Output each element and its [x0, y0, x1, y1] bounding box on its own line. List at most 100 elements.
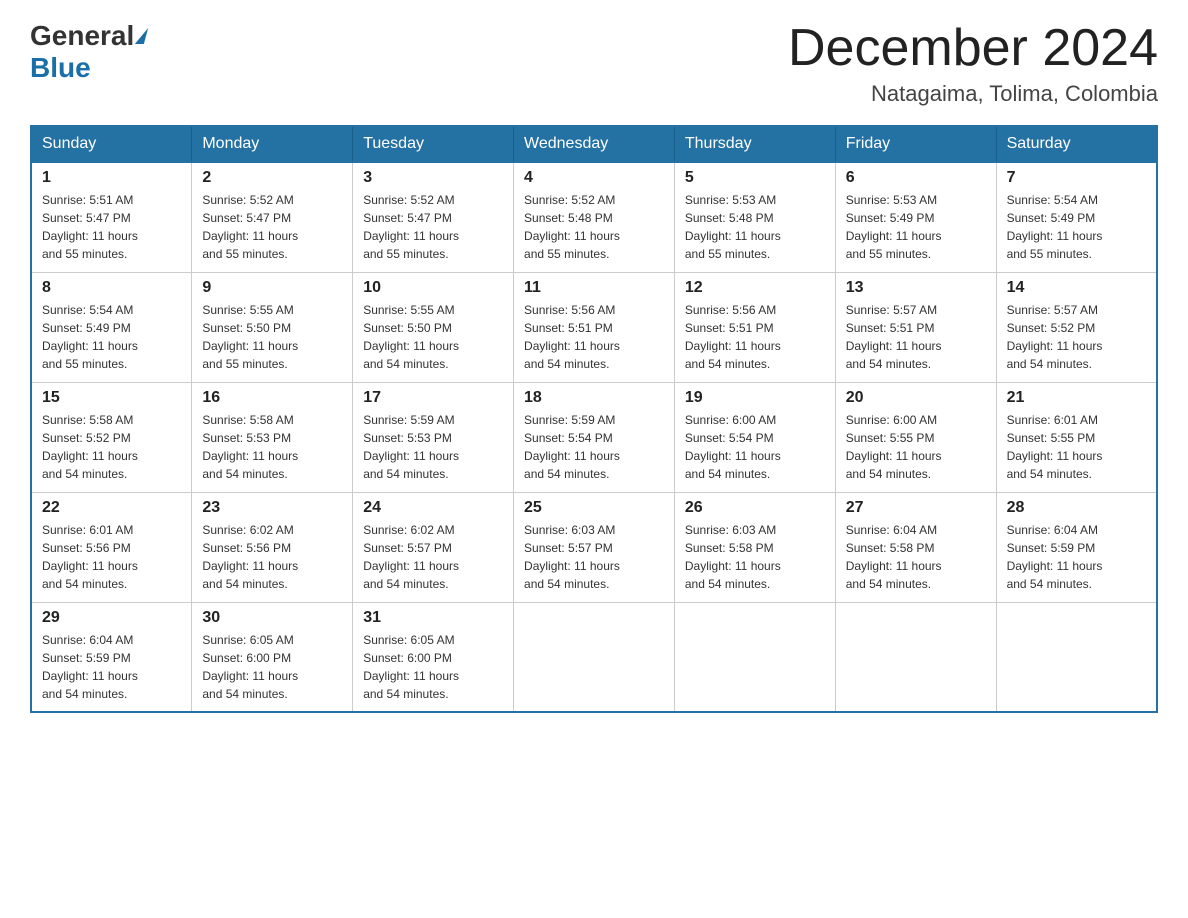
day-info: Sunrise: 6:04 AMSunset: 5:58 PMDaylight:…: [846, 521, 986, 593]
header-tuesday: Tuesday: [353, 126, 514, 162]
logo-general-text: General: [30, 20, 134, 52]
table-row: 29Sunrise: 6:04 AMSunset: 5:59 PMDayligh…: [31, 602, 192, 712]
table-row: 25 Sunrise: 6:03 AMSunset: 5:57 PMDayligh…: [514, 492, 675, 602]
day-info: Sunrise: 5:56 AMSunset: 5:51 PMDaylight:…: [685, 301, 825, 373]
calendar-week-row: 29Sunrise: 6:04 AMSunset: 5:59 PMDayligh…: [31, 602, 1157, 712]
table-row: 22Sunrise: 6:01 AMSunset: 5:56 PMDayligh…: [31, 492, 192, 602]
day-number: 28: [1007, 499, 1146, 517]
table-row: [674, 602, 835, 712]
table-row: 26 Sunrise: 6:03 AMSunset: 5:58 PMDayligh…: [674, 492, 835, 602]
day-number: 13: [846, 279, 986, 297]
day-number: 16: [202, 389, 342, 407]
calendar-week-row: 22Sunrise: 6:01 AMSunset: 5:56 PMDayligh…: [31, 492, 1157, 602]
day-info: Sunrise: 5:53 AMSunset: 5:48 PMDaylight:…: [685, 191, 825, 263]
day-number: 12: [685, 279, 825, 297]
table-row: 14Sunrise: 5:57 AMSunset: 5:52 PMDayligh…: [996, 272, 1157, 382]
table-row: 30 Sunrise: 6:05 AMSunset: 6:00 PMDayligh…: [192, 602, 353, 712]
day-info: Sunrise: 6:03 AMSunset: 5:58 PMDaylight:…: [685, 521, 825, 593]
day-info: Sunrise: 5:56 AMSunset: 5:51 PMDaylight:…: [524, 301, 664, 373]
day-number: 10: [363, 279, 503, 297]
table-row: 3Sunrise: 5:52 AMSunset: 5:47 PMDaylight…: [353, 162, 514, 272]
table-row: 20Sunrise: 6:00 AMSunset: 5:55 PMDayligh…: [835, 382, 996, 492]
day-number: 1: [42, 169, 181, 187]
table-row: [835, 602, 996, 712]
day-number: 30: [202, 609, 342, 627]
day-info: Sunrise: 5:59 AMSunset: 5:54 PMDaylight:…: [524, 411, 664, 483]
day-number: 5: [685, 169, 825, 187]
day-info: Sunrise: 5:54 AMSunset: 5:49 PMDaylight:…: [1007, 191, 1146, 263]
logo: General Blue: [30, 20, 146, 84]
table-row: 27 Sunrise: 6:04 AMSunset: 5:58 PMDayligh…: [835, 492, 996, 602]
day-number: 31: [363, 609, 503, 627]
day-info: Sunrise: 6:00 AMSunset: 5:55 PMDaylight:…: [846, 411, 986, 483]
day-number: 27: [846, 499, 986, 517]
day-info: Sunrise: 6:03 AMSunset: 5:57 PMDaylight:…: [524, 521, 664, 593]
table-row: [996, 602, 1157, 712]
table-row: 16Sunrise: 5:58 AMSunset: 5:53 PMDayligh…: [192, 382, 353, 492]
calendar-header-row: Sunday Monday Tuesday Wednesday Thursday…: [31, 126, 1157, 162]
table-row: 2 Sunrise: 5:52 AMSunset: 5:47 PMDaylight…: [192, 162, 353, 272]
day-info: Sunrise: 6:05 AMSunset: 6:00 PMDaylight:…: [363, 631, 503, 703]
day-number: 8: [42, 279, 181, 297]
table-row: 15Sunrise: 5:58 AMSunset: 5:52 PMDayligh…: [31, 382, 192, 492]
table-row: 24 Sunrise: 6:02 AMSunset: 5:57 PMDayligh…: [353, 492, 514, 602]
day-info: Sunrise: 6:02 AMSunset: 5:57 PMDaylight:…: [363, 521, 503, 593]
day-info: Sunrise: 6:05 AMSunset: 6:00 PMDaylight:…: [202, 631, 342, 703]
table-row: 28 Sunrise: 6:04 AMSunset: 5:59 PMDayligh…: [996, 492, 1157, 602]
day-info: Sunrise: 5:53 AMSunset: 5:49 PMDaylight:…: [846, 191, 986, 263]
day-number: 29: [42, 609, 181, 627]
calendar-week-row: 8 Sunrise: 5:54 AMSunset: 5:49 PMDaylight…: [31, 272, 1157, 382]
day-number: 7: [1007, 169, 1146, 187]
day-info: Sunrise: 5:55 AMSunset: 5:50 PMDaylight:…: [363, 301, 503, 373]
table-row: 4Sunrise: 5:52 AMSunset: 5:48 PMDaylight…: [514, 162, 675, 272]
table-row: 5 Sunrise: 5:53 AMSunset: 5:48 PMDaylight…: [674, 162, 835, 272]
day-info: Sunrise: 5:57 AMSunset: 5:52 PMDaylight:…: [1007, 301, 1146, 373]
day-info: Sunrise: 5:59 AMSunset: 5:53 PMDaylight:…: [363, 411, 503, 483]
day-number: 15: [42, 389, 181, 407]
day-info: Sunrise: 6:02 AMSunset: 5:56 PMDaylight:…: [202, 521, 342, 593]
day-number: 18: [524, 389, 664, 407]
table-row: 31 Sunrise: 6:05 AMSunset: 6:00 PMDayligh…: [353, 602, 514, 712]
day-number: 3: [363, 169, 503, 187]
table-row: 10 Sunrise: 5:55 AMSunset: 5:50 PMDayligh…: [353, 272, 514, 382]
calendar-week-row: 15Sunrise: 5:58 AMSunset: 5:52 PMDayligh…: [31, 382, 1157, 492]
table-row: 19 Sunrise: 6:00 AMSunset: 5:54 PMDayligh…: [674, 382, 835, 492]
day-number: 2: [202, 169, 342, 187]
day-info: Sunrise: 5:54 AMSunset: 5:49 PMDaylight:…: [42, 301, 181, 373]
title-section: December 2024 Natagaima, Tolima, Colombi…: [788, 20, 1158, 107]
table-row: 21Sunrise: 6:01 AMSunset: 5:55 PMDayligh…: [996, 382, 1157, 492]
table-row: 18 Sunrise: 5:59 AMSunset: 5:54 PMDayligh…: [514, 382, 675, 492]
day-info: Sunrise: 5:55 AMSunset: 5:50 PMDaylight:…: [202, 301, 342, 373]
header-friday: Friday: [835, 126, 996, 162]
logo-triangle-icon: [135, 28, 148, 44]
day-info: Sunrise: 6:01 AMSunset: 5:55 PMDaylight:…: [1007, 411, 1146, 483]
day-number: 25: [524, 499, 664, 517]
day-number: 19: [685, 389, 825, 407]
day-info: Sunrise: 5:57 AMSunset: 5:51 PMDaylight:…: [846, 301, 986, 373]
day-number: 22: [42, 499, 181, 517]
header-monday: Monday: [192, 126, 353, 162]
table-row: 8 Sunrise: 5:54 AMSunset: 5:49 PMDaylight…: [31, 272, 192, 382]
day-number: 6: [846, 169, 986, 187]
table-row: 13 Sunrise: 5:57 AMSunset: 5:51 PMDayligh…: [835, 272, 996, 382]
day-info: Sunrise: 6:00 AMSunset: 5:54 PMDaylight:…: [685, 411, 825, 483]
table-row: [514, 602, 675, 712]
day-number: 11: [524, 279, 664, 297]
day-info: Sunrise: 5:52 AMSunset: 5:47 PMDaylight:…: [202, 191, 342, 263]
location-title: Natagaima, Tolima, Colombia: [788, 81, 1158, 107]
day-number: 24: [363, 499, 503, 517]
calendar-table: Sunday Monday Tuesday Wednesday Thursday…: [30, 125, 1158, 713]
day-number: 23: [202, 499, 342, 517]
calendar-week-row: 1 Sunrise: 5:51 AMSunset: 5:47 PMDaylight…: [31, 162, 1157, 272]
table-row: 12 Sunrise: 5:56 AMSunset: 5:51 PMDayligh…: [674, 272, 835, 382]
table-row: 9Sunrise: 5:55 AMSunset: 5:50 PMDaylight…: [192, 272, 353, 382]
page-header: General Blue December 2024 Natagaima, To…: [30, 20, 1158, 107]
table-row: 1 Sunrise: 5:51 AMSunset: 5:47 PMDaylight…: [31, 162, 192, 272]
day-number: 26: [685, 499, 825, 517]
day-info: Sunrise: 5:51 AMSunset: 5:47 PMDaylight:…: [42, 191, 181, 263]
day-info: Sunrise: 6:04 AMSunset: 5:59 PMDaylight:…: [1007, 521, 1146, 593]
table-row: 17Sunrise: 5:59 AMSunset: 5:53 PMDayligh…: [353, 382, 514, 492]
header-thursday: Thursday: [674, 126, 835, 162]
table-row: 11 Sunrise: 5:56 AMSunset: 5:51 PMDayligh…: [514, 272, 675, 382]
header-sunday: Sunday: [31, 126, 192, 162]
